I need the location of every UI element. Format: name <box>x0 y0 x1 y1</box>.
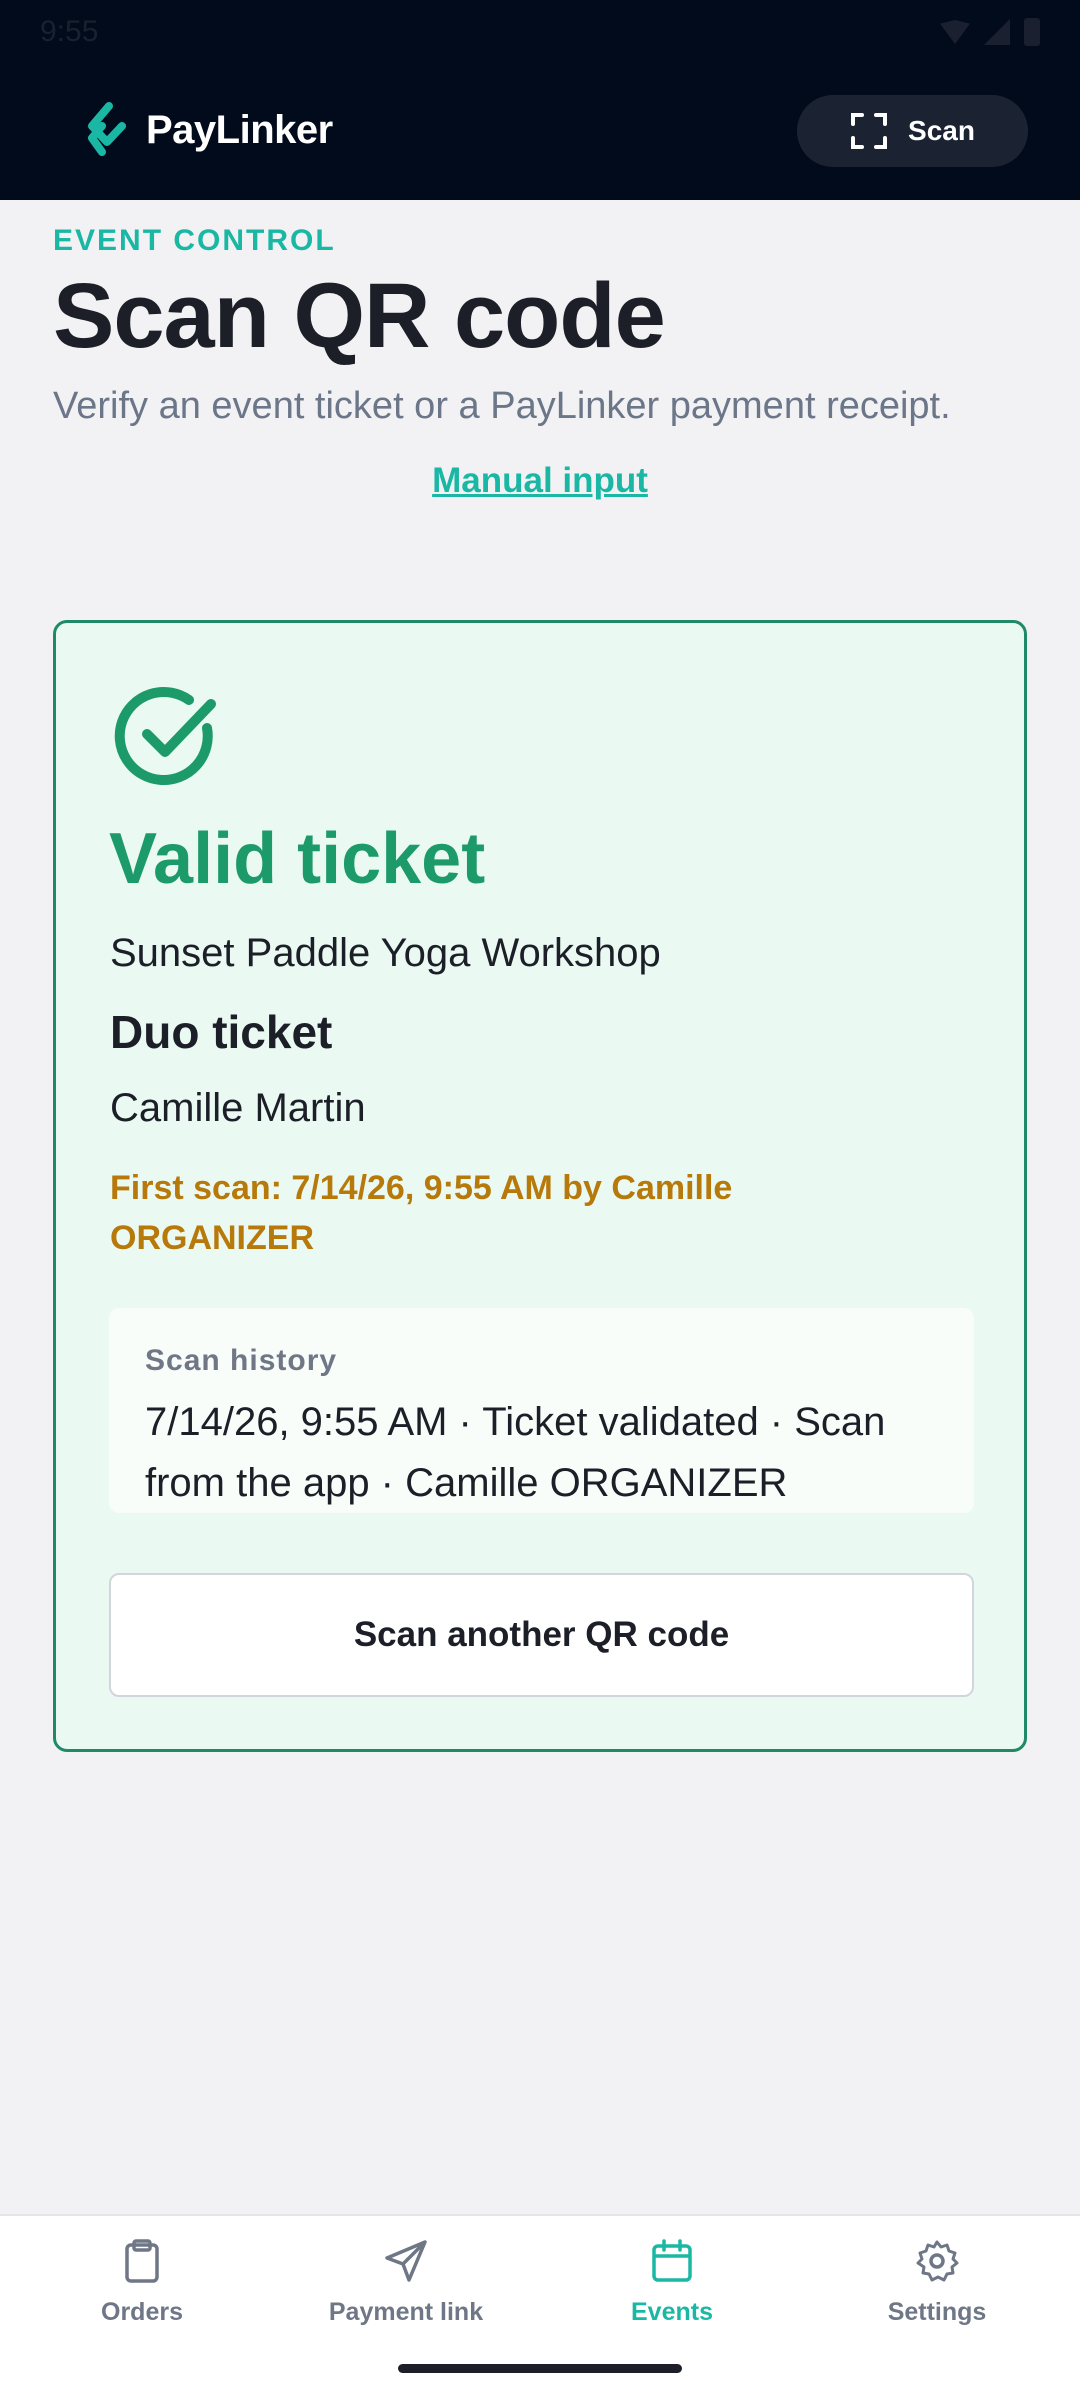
section-eyebrow: EVENT CONTROL <box>53 224 336 257</box>
nav-label-settings: Settings <box>887 2298 987 2326</box>
scan-frame-icon <box>851 113 888 149</box>
scan-another-button[interactable]: Scan another QR code <box>109 1573 974 1697</box>
bottom-nav: Orders Payment link Events Settings <box>0 2214 1080 2402</box>
scan-history: Scan history 7/14/26, 9:55 AM · Ticket v… <box>109 1308 974 1513</box>
nav-item-orders[interactable]: Orders <box>7 2238 277 2327</box>
nav-label-events: Events <box>631 2298 713 2326</box>
scan-result-card: Valid ticket Sunset Paddle Yoga Workshop… <box>53 620 1027 1752</box>
brand-name: PayLinker <box>146 107 333 152</box>
nav-label-orders: Orders <box>101 2298 183 2326</box>
event-name: Sunset Paddle Yoga Workshop <box>110 931 661 975</box>
app-topbar: 9:55 PayLinker Scan <box>0 0 1080 200</box>
result-status-title: Valid ticket <box>109 819 486 899</box>
calendar-icon <box>652 2239 692 2282</box>
battery-icon <box>1024 18 1040 46</box>
page-title: Scan QR code <box>53 265 666 367</box>
page-subtitle: Verify an event ticket or a PayLinker pa… <box>53 385 951 427</box>
scan-history-entry: 7/14/26, 9:55 AM · Ticket validated · Sc… <box>145 1400 886 1505</box>
clipboard-icon <box>125 2239 159 2283</box>
brand-logo[interactable]: PayLinker <box>82 100 333 160</box>
first-scan-info: First scan: 7/14/26, 9:55 AM by Camille … <box>110 1169 733 1257</box>
gear-icon <box>916 2240 959 2282</box>
status-icons <box>940 18 1040 46</box>
send-icon <box>385 2240 427 2282</box>
status-bar: 9:55 <box>40 10 1040 54</box>
page-header: EVENT CONTROL Scan QR code Verify an eve… <box>53 200 1027 501</box>
scan-history-label: Scan history <box>145 1344 338 1377</box>
ticket-type: Duo ticket <box>110 1006 333 1058</box>
nav-item-payment-link[interactable]: Payment link <box>271 2238 541 2327</box>
header-scan-button[interactable]: Scan <box>797 95 1028 167</box>
header-scan-label: Scan <box>908 115 975 146</box>
nav-label-payment-link: Payment link <box>328 2298 484 2326</box>
nav-item-settings[interactable]: Settings <box>802 2238 1072 2327</box>
nav-item-events[interactable]: Events <box>537 2238 807 2327</box>
signal-icon <box>984 19 1010 45</box>
paylinker-logo-icon <box>88 102 126 156</box>
manual-input-link[interactable]: Manual input <box>53 461 1027 501</box>
check-circle-icon <box>114 687 216 786</box>
status-time: 9:55 <box>40 15 99 48</box>
wifi-icon <box>940 20 970 44</box>
ticket-holder: Camille Martin <box>110 1086 366 1130</box>
home-indicator <box>398 2364 682 2373</box>
app-header: PayLinker Scan <box>0 80 1080 180</box>
